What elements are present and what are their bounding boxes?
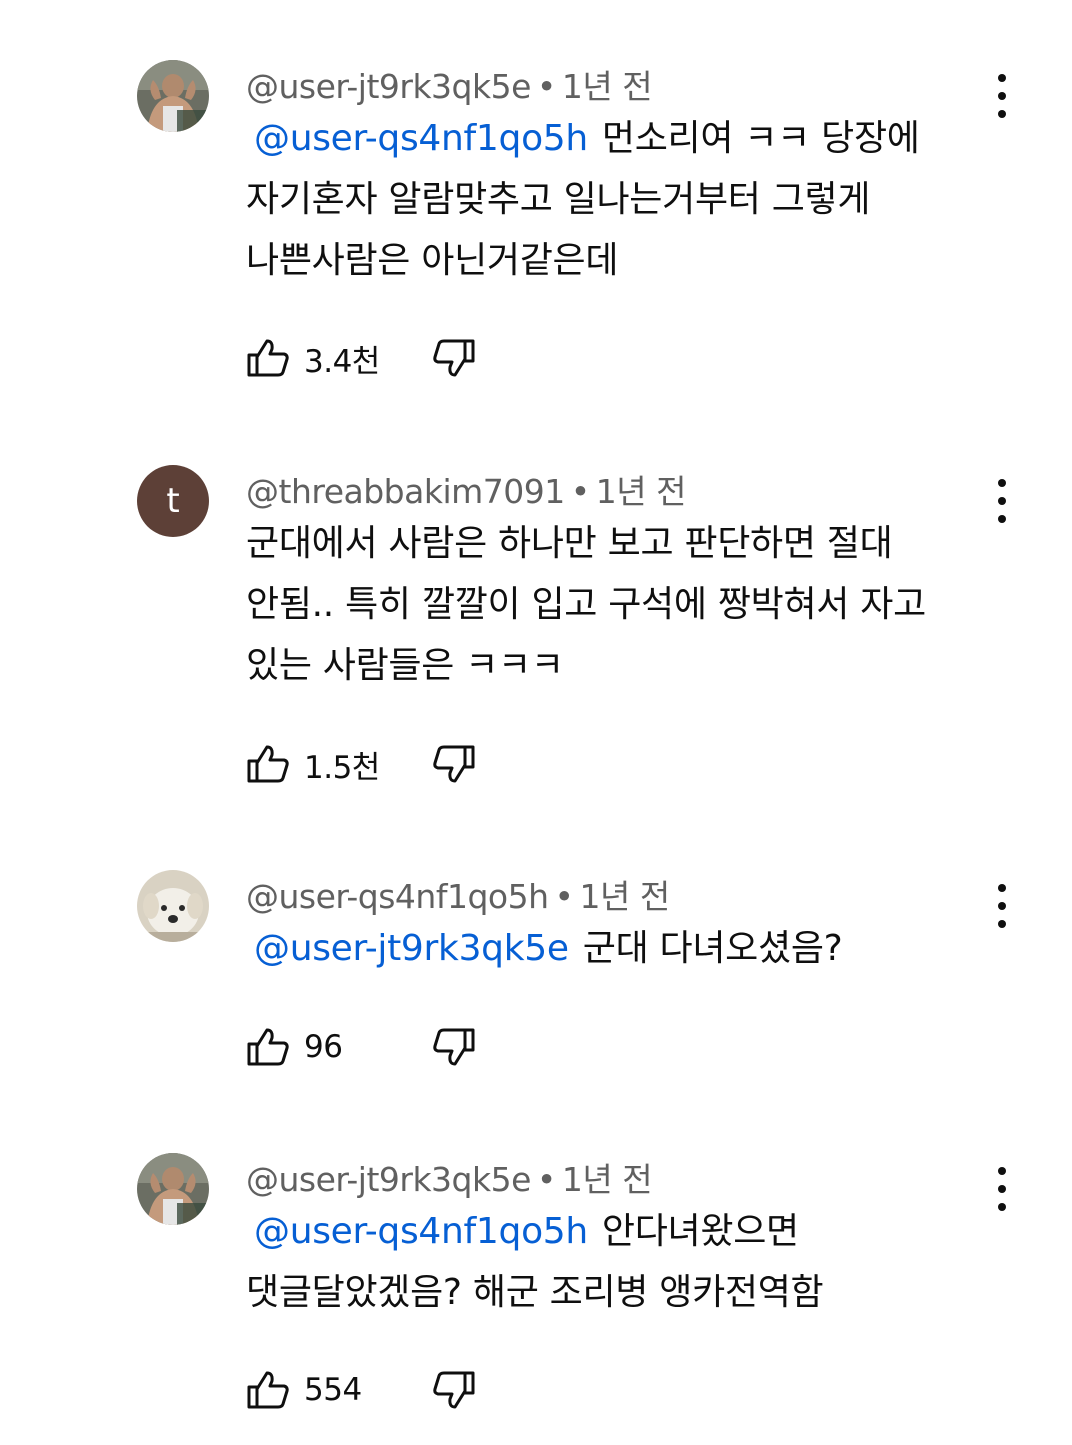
comment-time[interactable]: 1년 전 xyxy=(562,67,653,106)
dislike-button[interactable] xyxy=(432,744,476,784)
more-dot xyxy=(998,92,1006,100)
like-button[interactable]: 554 xyxy=(246,1370,404,1410)
mention-link[interactable]: @user-qs4nf1qo5h xyxy=(254,1211,588,1252)
comment-actions: 3.4천 xyxy=(246,336,476,380)
avatar[interactable]: t xyxy=(137,465,209,537)
like-button[interactable]: 3.4천 xyxy=(246,336,404,381)
white-puppy-avatar-icon xyxy=(137,870,209,942)
comment-text: @user-qs4nf1qo5h 안다녀왔으면 댓글달았겠음? 해군 조리병 앵카… xyxy=(246,1201,1001,1323)
comment-time[interactable]: 1년 전 xyxy=(579,877,670,916)
thumbs-up-icon xyxy=(247,339,289,377)
more-dot xyxy=(998,1185,1006,1193)
more-dot xyxy=(998,1167,1006,1175)
author-handle[interactable]: @user-jt9rk3qk5e xyxy=(246,67,531,106)
fitness-man-avatar-icon xyxy=(137,1153,209,1225)
thumbs-up-icon xyxy=(247,745,289,783)
comment-text: @user-qs4nf1qo5h 먼소리여 ㅋㅋ 당장에 자기혼자 알람맞추고 일… xyxy=(246,108,1001,291)
comment-time[interactable]: 1년 전 xyxy=(562,1160,653,1199)
thumbs-down-icon xyxy=(433,1371,475,1409)
comment-meta: @user-jt9rk3qk5e • 1년 전 xyxy=(246,60,653,108)
like-button[interactable]: 96 xyxy=(246,1027,404,1067)
comment-meta: @threabbakim7091 • 1년 전 xyxy=(246,465,686,513)
thumbs-down-icon xyxy=(433,339,475,377)
thumbs-up-icon xyxy=(247,1371,289,1409)
comment-time[interactable]: 1년 전 xyxy=(596,472,687,511)
dislike-button[interactable] xyxy=(432,1027,476,1067)
mention-link[interactable]: @user-jt9rk3qk5e xyxy=(254,928,569,969)
comment-actions: 96 xyxy=(246,1025,476,1069)
thumbs-up-icon xyxy=(247,1028,289,1066)
avatar[interactable] xyxy=(137,1153,209,1225)
mention-link[interactable]: @user-qs4nf1qo5h xyxy=(254,118,588,159)
comment-text: @user-jt9rk3qk5e 군대 다녀오셨음? xyxy=(246,918,1001,979)
author-handle[interactable]: @user-jt9rk3qk5e xyxy=(246,1160,531,1199)
more-dot xyxy=(998,515,1006,523)
more-dot xyxy=(998,884,1006,892)
meta-separator: • xyxy=(536,1160,556,1199)
avatar[interactable] xyxy=(137,60,209,132)
comment-body: 군대에서 사람은 하나만 보고 판단하면 절대 안됨.. 특히 깔깔이 입고 구… xyxy=(246,523,926,686)
meta-separator: • xyxy=(570,472,590,511)
more-options-button[interactable] xyxy=(980,473,1024,529)
like-button[interactable]: 1.5천 xyxy=(246,742,404,787)
more-dot xyxy=(998,497,1006,505)
comment-body: 군대 다녀오셨음? xyxy=(582,928,843,969)
dislike-button[interactable] xyxy=(432,1370,476,1410)
fitness-man-avatar-icon xyxy=(137,60,209,132)
author-handle[interactable]: @user-qs4nf1qo5h xyxy=(246,877,549,916)
comment-text: 군대에서 사람은 하나만 보고 판단하면 절대 안됨.. 특히 깔깔이 입고 구… xyxy=(246,513,971,696)
more-dot xyxy=(998,74,1006,82)
avatar[interactable] xyxy=(137,870,209,942)
thumbs-down-icon xyxy=(433,1028,475,1066)
comment-actions: 554 xyxy=(246,1368,476,1412)
meta-separator: • xyxy=(554,877,574,916)
meta-separator: • xyxy=(536,67,556,106)
dislike-button[interactable] xyxy=(432,338,476,378)
like-count: 554 xyxy=(304,1372,362,1408)
more-dot xyxy=(998,902,1006,910)
comment-meta: @user-qs4nf1qo5h • 1년 전 xyxy=(246,870,670,918)
like-count: 96 xyxy=(304,1029,343,1065)
like-count: 1.5천 xyxy=(304,749,380,786)
more-dot xyxy=(998,479,1006,487)
thumbs-down-icon xyxy=(433,745,475,783)
like-count: 3.4천 xyxy=(304,343,380,380)
comment-meta: @user-jt9rk3qk5e • 1년 전 xyxy=(246,1153,653,1201)
comment-actions: 1.5천 xyxy=(246,742,476,786)
author-handle[interactable]: @threabbakim7091 xyxy=(246,472,565,511)
